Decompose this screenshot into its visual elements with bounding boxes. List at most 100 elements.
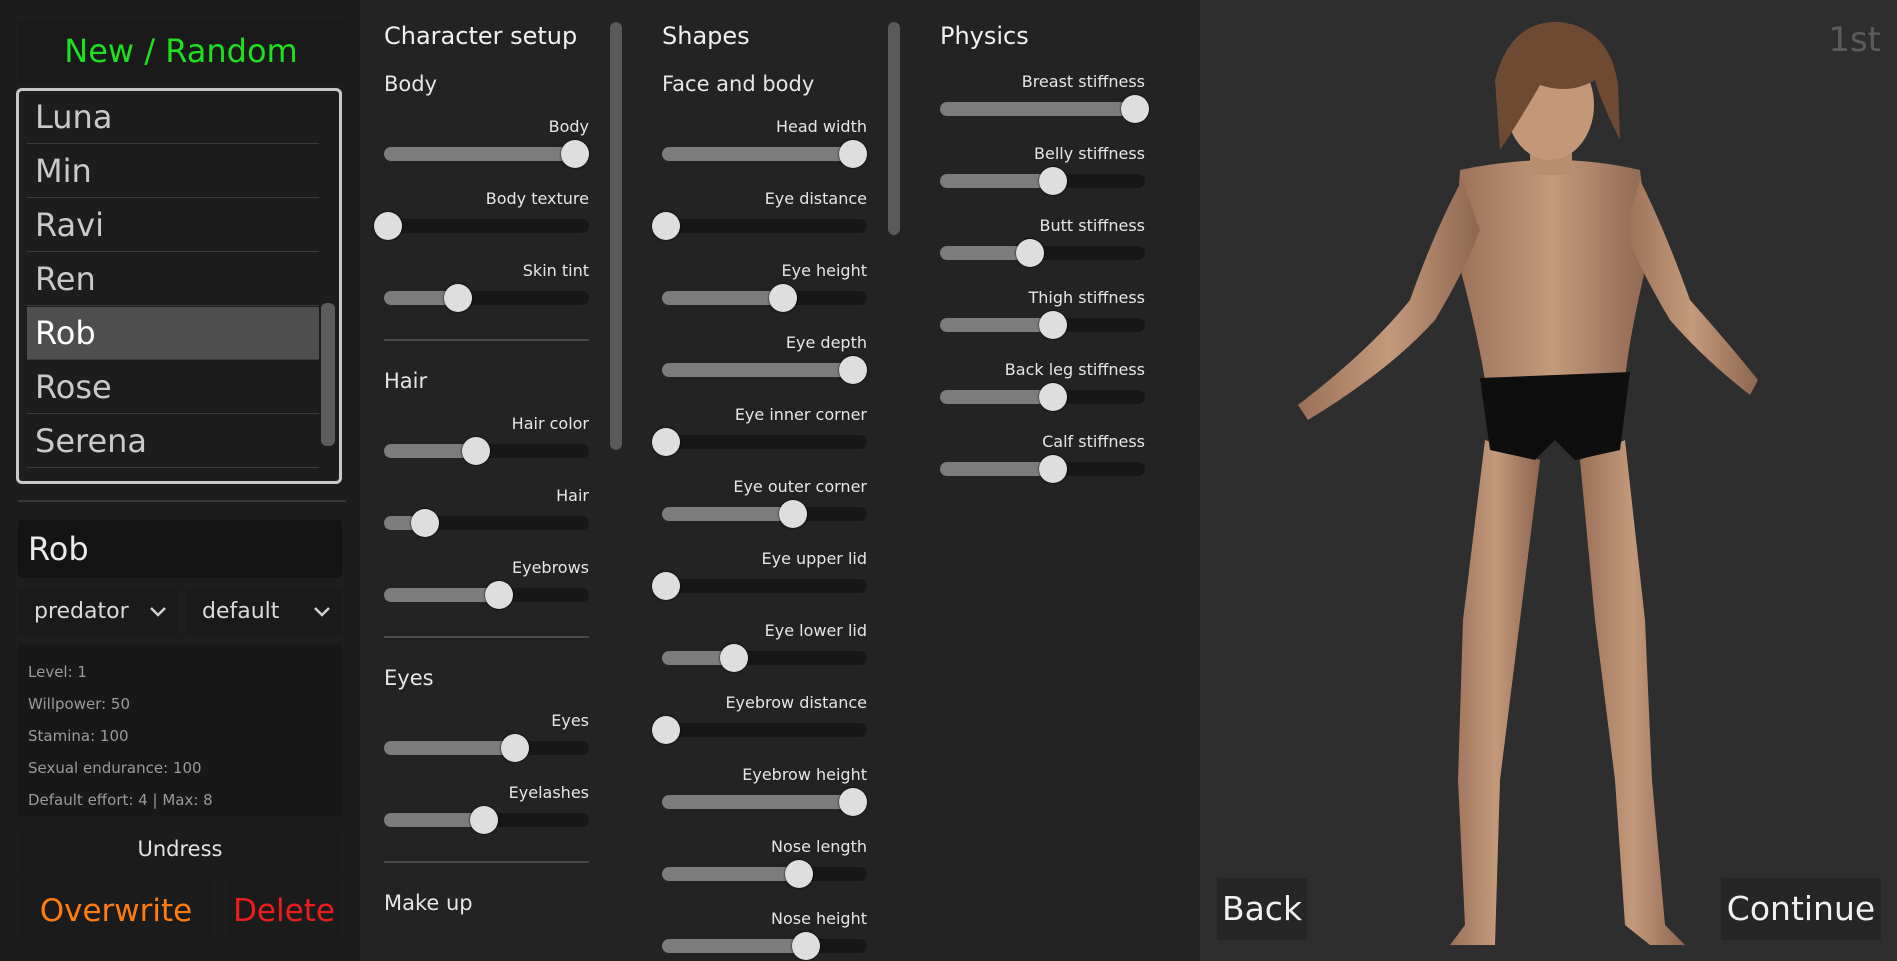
eye-distance-slider[interactable]: Eye distance [652, 189, 867, 249]
slider-track[interactable] [384, 806, 589, 834]
list-item[interactable]: Serena [27, 415, 319, 468]
slider-track[interactable] [662, 932, 867, 960]
slider-handle[interactable] [768, 284, 797, 312]
slider-track[interactable] [384, 734, 589, 762]
hair-slider[interactable]: Hair [384, 486, 589, 546]
overwrite-button[interactable]: Overwrite [18, 880, 214, 942]
skin-tint-slider[interactable]: Skin tint [384, 261, 589, 321]
back-leg-stiffness-slider[interactable]: Back leg stiffness [940, 360, 1145, 420]
body-slider[interactable]: Body [384, 117, 589, 177]
eye-lower-lid-slider[interactable]: Eye lower lid [662, 621, 867, 681]
shapes-column[interactable]: Shapes Face and body Head width Eye dista… [638, 0, 910, 961]
list-item[interactable]: Rose [27, 361, 319, 414]
slider-handle[interactable] [470, 806, 499, 834]
eyebrow-height-slider[interactable]: Eyebrow height [662, 765, 867, 825]
slider-handle[interactable] [652, 212, 681, 240]
slider-handle[interactable] [791, 932, 820, 960]
slider-track[interactable] [662, 860, 867, 888]
eyebrows-slider[interactable]: Eyebrows [384, 558, 589, 618]
slider-handle[interactable] [462, 437, 491, 465]
preset-select[interactable]: default [186, 588, 342, 636]
slider-handle[interactable] [652, 428, 681, 456]
column-scrollbar[interactable] [610, 22, 622, 450]
character-name-field[interactable]: Rob [18, 520, 342, 578]
slider-handle[interactable] [1038, 455, 1067, 483]
character-list[interactable]: Luna Min Ravi Ren Rob Rose Serena Sophie [16, 88, 342, 484]
slider-handle[interactable] [443, 284, 472, 312]
eye-outer-corner-slider[interactable]: Eye outer corner [662, 477, 867, 537]
slider-track[interactable] [940, 167, 1145, 195]
slider-track[interactable] [940, 239, 1145, 267]
slider-track[interactable] [940, 95, 1149, 123]
physics-column[interactable]: Physics Breast stiffness Belly stiffness B… [916, 0, 1188, 961]
slider-handle[interactable] [1016, 239, 1045, 267]
slider-handle[interactable] [560, 140, 589, 168]
slider-track[interactable] [652, 572, 867, 600]
slider-handle[interactable] [838, 140, 867, 168]
nose-length-slider[interactable]: Nose length [662, 837, 867, 897]
slider-handle[interactable] [779, 500, 808, 528]
slider-track[interactable] [940, 455, 1145, 483]
column-scrollbar[interactable] [888, 22, 900, 235]
slider-handle[interactable] [501, 734, 530, 762]
eye-inner-corner-slider[interactable]: Eye inner corner [652, 405, 867, 465]
slider-handle[interactable] [374, 212, 403, 240]
list-item[interactable]: Sophie [27, 469, 319, 481]
delete-button[interactable]: Delete [226, 880, 342, 942]
slider-handle[interactable] [838, 788, 867, 816]
camera-view-label[interactable]: 1st [1828, 20, 1881, 60]
thigh-stiffness-slider[interactable]: Thigh stiffness [940, 288, 1145, 348]
list-scrollbar[interactable] [321, 303, 335, 446]
hair-color-slider[interactable]: Hair color [384, 414, 589, 474]
head-width-slider[interactable]: Head width [662, 117, 867, 177]
slider-track[interactable] [662, 788, 867, 816]
slider-handle[interactable] [1120, 95, 1149, 123]
new-random-button[interactable]: New / Random [18, 20, 344, 82]
belly-stiffness-slider[interactable]: Belly stiffness [940, 144, 1145, 204]
list-item-selected[interactable]: Rob [27, 307, 319, 360]
slider-track[interactable] [384, 581, 589, 609]
slider-track[interactable] [662, 140, 867, 168]
slider-track[interactable] [662, 644, 867, 672]
slider-track[interactable] [652, 716, 867, 744]
eye-upper-lid-slider[interactable]: Eye upper lid [652, 549, 867, 609]
slider-handle[interactable] [1038, 383, 1067, 411]
list-item[interactable]: Ren [27, 253, 319, 306]
body-texture-slider[interactable]: Body texture [374, 189, 589, 249]
slider-track[interactable] [384, 437, 589, 465]
eyelashes-slider[interactable]: Eyelashes [384, 783, 589, 843]
eye-height-slider[interactable]: Eye height [662, 261, 867, 321]
undress-button[interactable]: Undress [18, 826, 342, 872]
slider-track[interactable] [384, 509, 589, 537]
slider-handle[interactable] [411, 509, 439, 537]
slider-track[interactable] [662, 500, 867, 528]
eye-depth-slider[interactable]: Eye depth [662, 333, 867, 393]
slider-handle[interactable] [1038, 311, 1067, 339]
slider-handle[interactable] [652, 572, 681, 600]
nose-height-slider[interactable]: Nose height [662, 909, 867, 961]
breast-stiffness-slider[interactable]: Breast stiffness [940, 72, 1149, 132]
slider-track[interactable] [940, 383, 1145, 411]
butt-stiffness-slider[interactable]: Butt stiffness [940, 216, 1145, 276]
slider-handle[interactable] [1038, 167, 1067, 195]
slider-handle[interactable] [785, 860, 814, 888]
slider-track[interactable] [940, 311, 1145, 339]
eyebrow-distance-slider[interactable]: Eyebrow distance [652, 693, 867, 753]
slider-track[interactable] [662, 284, 867, 312]
slider-track[interactable] [662, 356, 867, 384]
calf-stiffness-slider[interactable]: Calf stiffness [940, 432, 1145, 492]
eyes-slider[interactable]: Eyes [384, 711, 589, 771]
slider-track[interactable] [384, 140, 589, 168]
slider-handle[interactable] [719, 644, 748, 672]
list-item[interactable]: Ravi [27, 199, 319, 252]
slider-track[interactable] [384, 284, 589, 312]
slider-handle[interactable] [652, 716, 681, 744]
slider-handle[interactable] [838, 356, 867, 384]
slider-track[interactable] [652, 428, 867, 456]
slider-track[interactable] [374, 212, 589, 240]
back-button[interactable]: Back [1217, 878, 1307, 940]
character-setup-column[interactable]: Character setup Body Body Body texture Skin… [360, 0, 632, 961]
continue-button[interactable]: Continue [1721, 878, 1881, 940]
slider-track[interactable] [652, 212, 867, 240]
slider-handle[interactable] [484, 581, 513, 609]
